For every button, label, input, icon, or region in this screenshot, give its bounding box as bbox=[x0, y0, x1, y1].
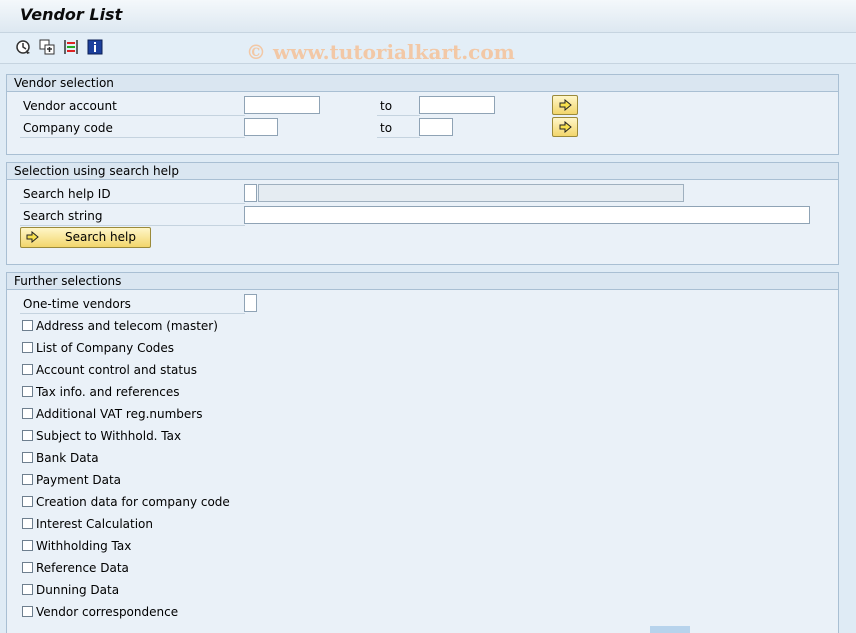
page-title: Vendor List bbox=[20, 5, 123, 24]
checkbox[interactable] bbox=[22, 452, 33, 463]
one-time-vendors-label: One-time vendors bbox=[20, 295, 245, 314]
checkbox[interactable] bbox=[22, 430, 33, 441]
vendor-account-to-input[interactable] bbox=[419, 96, 495, 114]
checkbox[interactable] bbox=[22, 320, 33, 331]
selection-options-icon[interactable] bbox=[63, 39, 79, 55]
checkbox[interactable] bbox=[22, 342, 33, 353]
vendor-account-label: Vendor account bbox=[20, 97, 245, 116]
search-help-id-label: Search help ID bbox=[20, 185, 245, 204]
checkbox-label: Vendor correspondence bbox=[36, 605, 179, 619]
checkbox-label: Tax info. and references bbox=[36, 385, 180, 399]
title-bar: Vendor List bbox=[0, 0, 856, 33]
arrow-right-icon bbox=[559, 99, 572, 111]
checkbox-label: Account control and status bbox=[36, 363, 197, 377]
group-title: Vendor selection bbox=[7, 75, 838, 92]
checkbox[interactable] bbox=[22, 540, 33, 551]
search-help-button[interactable]: Search help bbox=[20, 227, 151, 248]
checkbox-label: Payment Data bbox=[36, 473, 122, 487]
company-code-multiple-selection-button[interactable] bbox=[552, 117, 578, 137]
group-title: Further selections bbox=[7, 273, 838, 290]
to-label: to bbox=[377, 119, 420, 138]
company-code-from-input[interactable] bbox=[244, 118, 278, 136]
watermark-text: © www.tutorialkart.com bbox=[246, 40, 515, 64]
arrow-right-icon bbox=[26, 231, 39, 243]
one-time-vendors-input[interactable] bbox=[244, 294, 257, 312]
execute-icon[interactable] bbox=[15, 39, 31, 55]
checkbox[interactable] bbox=[22, 518, 33, 529]
arrow-right-icon bbox=[559, 121, 572, 133]
checkbox-label: Additional VAT reg.numbers bbox=[36, 407, 203, 421]
search-help-id-input[interactable] bbox=[244, 184, 257, 202]
bottom-fragment bbox=[650, 626, 690, 633]
vendor-account-from-input[interactable] bbox=[244, 96, 320, 114]
checkbox[interactable] bbox=[22, 364, 33, 375]
checkbox[interactable] bbox=[22, 386, 33, 397]
checkbox-label: Interest Calculation bbox=[36, 517, 153, 531]
checkbox-label: Reference Data bbox=[36, 561, 129, 575]
search-string-label: Search string bbox=[20, 207, 245, 226]
checkbox[interactable] bbox=[22, 408, 33, 419]
save-variant-icon[interactable] bbox=[39, 39, 55, 55]
checkbox[interactable] bbox=[22, 584, 33, 595]
group-title: Selection using search help bbox=[7, 163, 838, 180]
checkbox[interactable] bbox=[22, 562, 33, 573]
company-code-to-input[interactable] bbox=[419, 118, 453, 136]
info-icon[interactable] bbox=[87, 39, 103, 55]
checkbox-label: Dunning Data bbox=[36, 583, 120, 597]
checkbox-label: Withholding Tax bbox=[36, 539, 132, 553]
checkbox[interactable] bbox=[22, 606, 33, 617]
vendor-account-multiple-selection-button[interactable] bbox=[552, 95, 578, 115]
search-string-input[interactable] bbox=[244, 206, 810, 224]
checkbox-label: Bank Data bbox=[36, 451, 99, 465]
checkbox-label: Address and telecom (master) bbox=[36, 319, 218, 333]
company-code-label: Company code bbox=[20, 119, 245, 138]
checkbox[interactable] bbox=[22, 474, 33, 485]
search-help-description-field bbox=[258, 184, 684, 202]
checkbox-label: Subject to Withhold. Tax bbox=[36, 429, 182, 443]
to-label: to bbox=[377, 97, 420, 116]
search-help-button-label: Search help bbox=[65, 230, 136, 244]
checkbox[interactable] bbox=[22, 496, 33, 507]
checkbox-label: Creation data for company code bbox=[36, 495, 230, 509]
checkbox-label: List of Company Codes bbox=[36, 341, 175, 355]
